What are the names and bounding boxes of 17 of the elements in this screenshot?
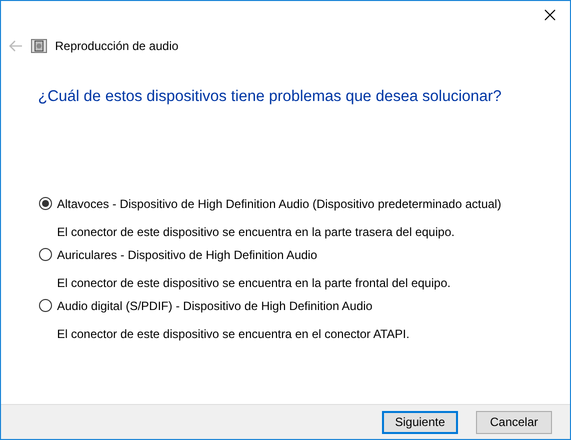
- radio-button[interactable]: [39, 248, 52, 261]
- device-description: El conector de este dispositivo se encuentra en la parte frontal del equipo.: [56, 275, 452, 292]
- close-button[interactable]: [542, 7, 558, 23]
- heading: ¿Cuál de estos dispositivos tiene problemas que desea solucionar?: [37, 87, 503, 106]
- radio-button[interactable]: [39, 299, 52, 312]
- device-description: El conector de este dispositivo se encuentra en el conector ATAPI.: [56, 326, 410, 343]
- device-radio-option[interactable]: Altavoces - Dispositivo de High Definition Audio (Dispositivo predeterminado actual): [39, 195, 570, 212]
- device-description: El conector de este dispositivo se encuentra en la parte trasera del equipo.: [56, 224, 456, 241]
- device-radio-option[interactable]: Audio digital (S/PDIF) - Dispositivo de High Definition Audio: [39, 297, 570, 314]
- back-arrow-icon: [9, 40, 23, 52]
- device-radio-option[interactable]: Auriculares - Dispositivo de High Definition Audio: [39, 246, 570, 263]
- window-title: Reproducción de audio: [55, 39, 178, 53]
- dialog-button[interactable]: Cancelar: [476, 410, 552, 434]
- close-icon: [544, 9, 556, 21]
- dialog-button[interactable]: Siguiente: [382, 410, 458, 434]
- radio-button[interactable]: [39, 197, 52, 210]
- speaker-icon: [31, 39, 47, 53]
